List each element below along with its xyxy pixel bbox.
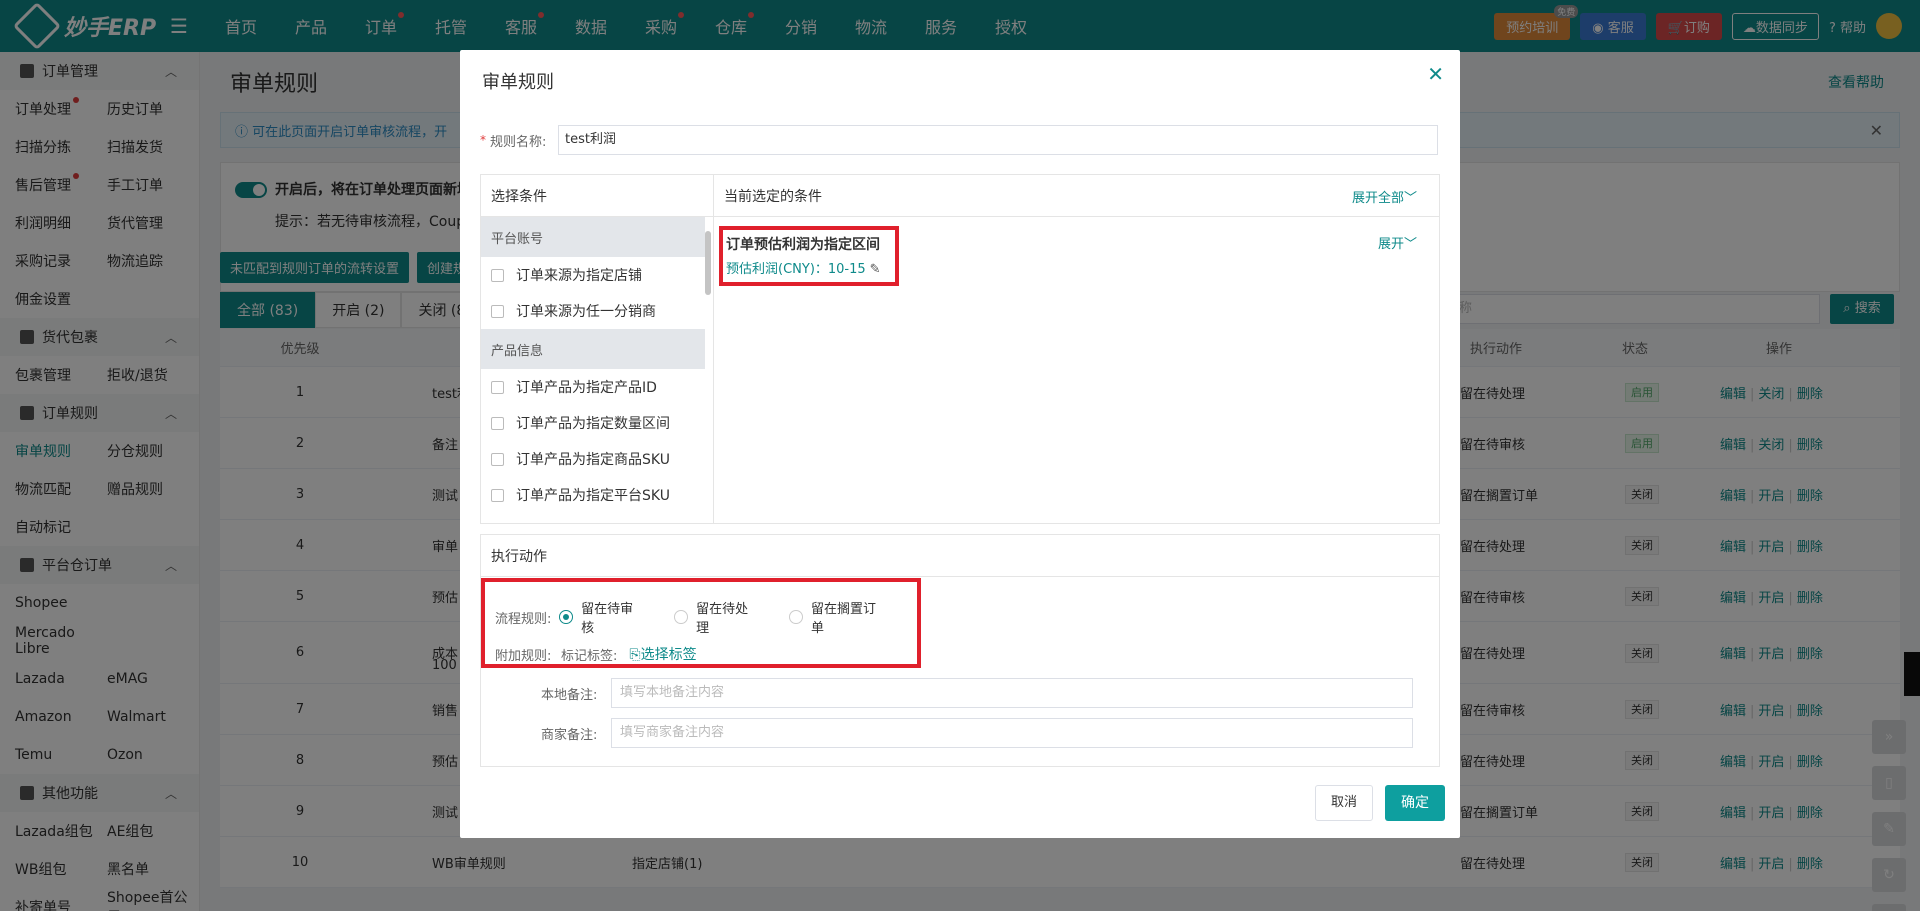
condition-scrollbar[interactable]: [705, 231, 711, 295]
condition-option[interactable]: 订单来源为指定店铺: [481, 257, 713, 293]
local-note-input[interactable]: 填写本地备注内容: [611, 678, 1413, 708]
condition-list: 平台账号订单来源为指定店铺 订单来源为任一分销商产品信息订单产品为指定产品ID 订单…: [481, 217, 713, 513]
extra-rule-label: 附加规则:: [495, 648, 552, 664]
cancel-button[interactable]: 取消: [1315, 785, 1373, 821]
condition-option-label: 订单来源为指定店铺: [516, 268, 642, 284]
merchant-note-input[interactable]: 填写商家备注内容: [611, 718, 1413, 748]
condition-category: 产品信息: [481, 329, 705, 369]
condition-option[interactable]: 订单产品为指定产品ID: [481, 369, 713, 405]
condition-option[interactable]: 订单产品为指定平台SKU: [481, 477, 713, 513]
flow-radio-label: 留在待处理: [696, 602, 749, 636]
condition-option-label: 订单产品为指定产品ID: [516, 380, 657, 396]
flow-radio[interactable]: 留在待审核: [559, 598, 644, 636]
highlighted-flow-box: 流程规则: 留在待审核 留在待处理 留在搁置订单 附加规则: 标记标签: ⎘选择标签: [481, 578, 921, 668]
flow-radio[interactable]: 留在搁置订单: [789, 598, 887, 636]
selected-condition-value: 预估利润(CNY)：10-15: [726, 262, 866, 277]
condition-option[interactable]: 订单来源为任一分销商: [481, 293, 713, 329]
rule-name-input[interactable]: test利润: [558, 125, 1438, 155]
merchant-note-label: 商家备注:: [541, 727, 598, 743]
mark-tag-label: 标记标签:: [561, 648, 618, 664]
flow-rule-row: 流程规则: 留在待审核 留在待处理 留在搁置订单: [495, 598, 917, 636]
condition-option-label: 订单来源为任一分销商: [516, 304, 656, 320]
condition-category: 平台账号: [481, 217, 705, 257]
merchant-note-row: 商家备注: 填写商家备注内容: [541, 718, 1413, 748]
condition-option-label: 订单产品为指定平台SKU: [516, 488, 670, 504]
checkbox[interactable]: [491, 380, 504, 394]
local-note-row: 本地备注: 填写本地备注内容: [541, 678, 1413, 708]
selected-conditions: 当前选定的条件 展开全部﹀ 订单预估利润为指定区间 预估利润(CNY)：10-1…: [714, 175, 1439, 523]
expand-all-label: 展开全部: [1351, 191, 1404, 206]
checkbox[interactable]: [491, 304, 504, 318]
flow-radio-label: 留在待审核: [581, 602, 634, 636]
expand-label: 展开: [1377, 237, 1404, 252]
checkbox[interactable]: [491, 452, 504, 466]
chevron-down-icon: ﹀: [1403, 191, 1417, 206]
audit-rule-dialog: 审单规则 ✕ * 规则名称: test利润 选择条件 平台账号订单来源为指定店铺…: [460, 50, 1460, 838]
required-mark: *: [480, 133, 486, 147]
choose-tag-link[interactable]: ⎘选择标签: [629, 644, 696, 664]
condition-option[interactable]: 订单产品为指定数量区间: [481, 405, 713, 441]
rule-name-label: 规则名称:: [490, 134, 547, 150]
checkbox[interactable]: [491, 268, 504, 282]
condition-selector: 选择条件 平台账号订单来源为指定店铺 订单来源为任一分销商产品信息订单产品为指定产…: [481, 175, 714, 523]
condition-panel: 选择条件 平台账号订单来源为指定店铺 订单来源为任一分销商产品信息订单产品为指定产…: [480, 174, 1440, 524]
expand-button[interactable]: 展开﹀: [1378, 233, 1417, 252]
dialog-title: 审单规则: [482, 72, 554, 93]
checkbox[interactable]: [491, 488, 504, 502]
selected-condition-title: 订单预估利润为指定区间: [726, 237, 880, 253]
chevron-down-icon: ﹀: [1403, 237, 1417, 252]
action-panel: 执行动作 流程规则: 留在待审核 留在待处理 留在搁置订单 附加规则: 标记标签: …: [480, 534, 1440, 767]
tag-icon: ⎘: [629, 647, 641, 663]
edit-icon[interactable]: ✎: [870, 262, 881, 277]
flow-radio-label: 留在搁置订单: [811, 602, 877, 636]
checkbox[interactable]: [491, 416, 504, 430]
local-note-label: 本地备注:: [541, 687, 598, 703]
current-condition-header: 当前选定的条件: [714, 175, 1439, 217]
expand-all-button[interactable]: 展开全部﹀: [1352, 187, 1417, 206]
condition-option[interactable]: 订单产品为指定商品SKU: [481, 441, 713, 477]
condition-option-label: 订单产品为指定数量区间: [516, 416, 670, 432]
choose-condition-header: 选择条件: [481, 175, 713, 217]
choose-tag-label: 选择标签: [640, 647, 697, 663]
rule-name-row: * 规则名称: test利润: [480, 125, 1438, 155]
flow-rule-label: 流程规则:: [495, 611, 552, 627]
action-header: 执行动作: [481, 535, 1439, 577]
selected-condition-card: 订单预估利润为指定区间 预估利润(CNY)：10-15 ✎: [719, 226, 899, 286]
radio-circle[interactable]: [674, 610, 689, 624]
condition-option-label: 订单产品为指定商品SKU: [516, 452, 670, 468]
close-icon[interactable]: ✕: [1427, 62, 1444, 86]
extra-rule-row: 附加规则: 标记标签: ⎘选择标签: [495, 644, 697, 664]
radio-circle[interactable]: [789, 610, 804, 624]
flow-radio[interactable]: 留在待处理: [674, 598, 759, 636]
confirm-button[interactable]: 确定: [1385, 785, 1445, 821]
radio-circle[interactable]: [559, 610, 574, 624]
